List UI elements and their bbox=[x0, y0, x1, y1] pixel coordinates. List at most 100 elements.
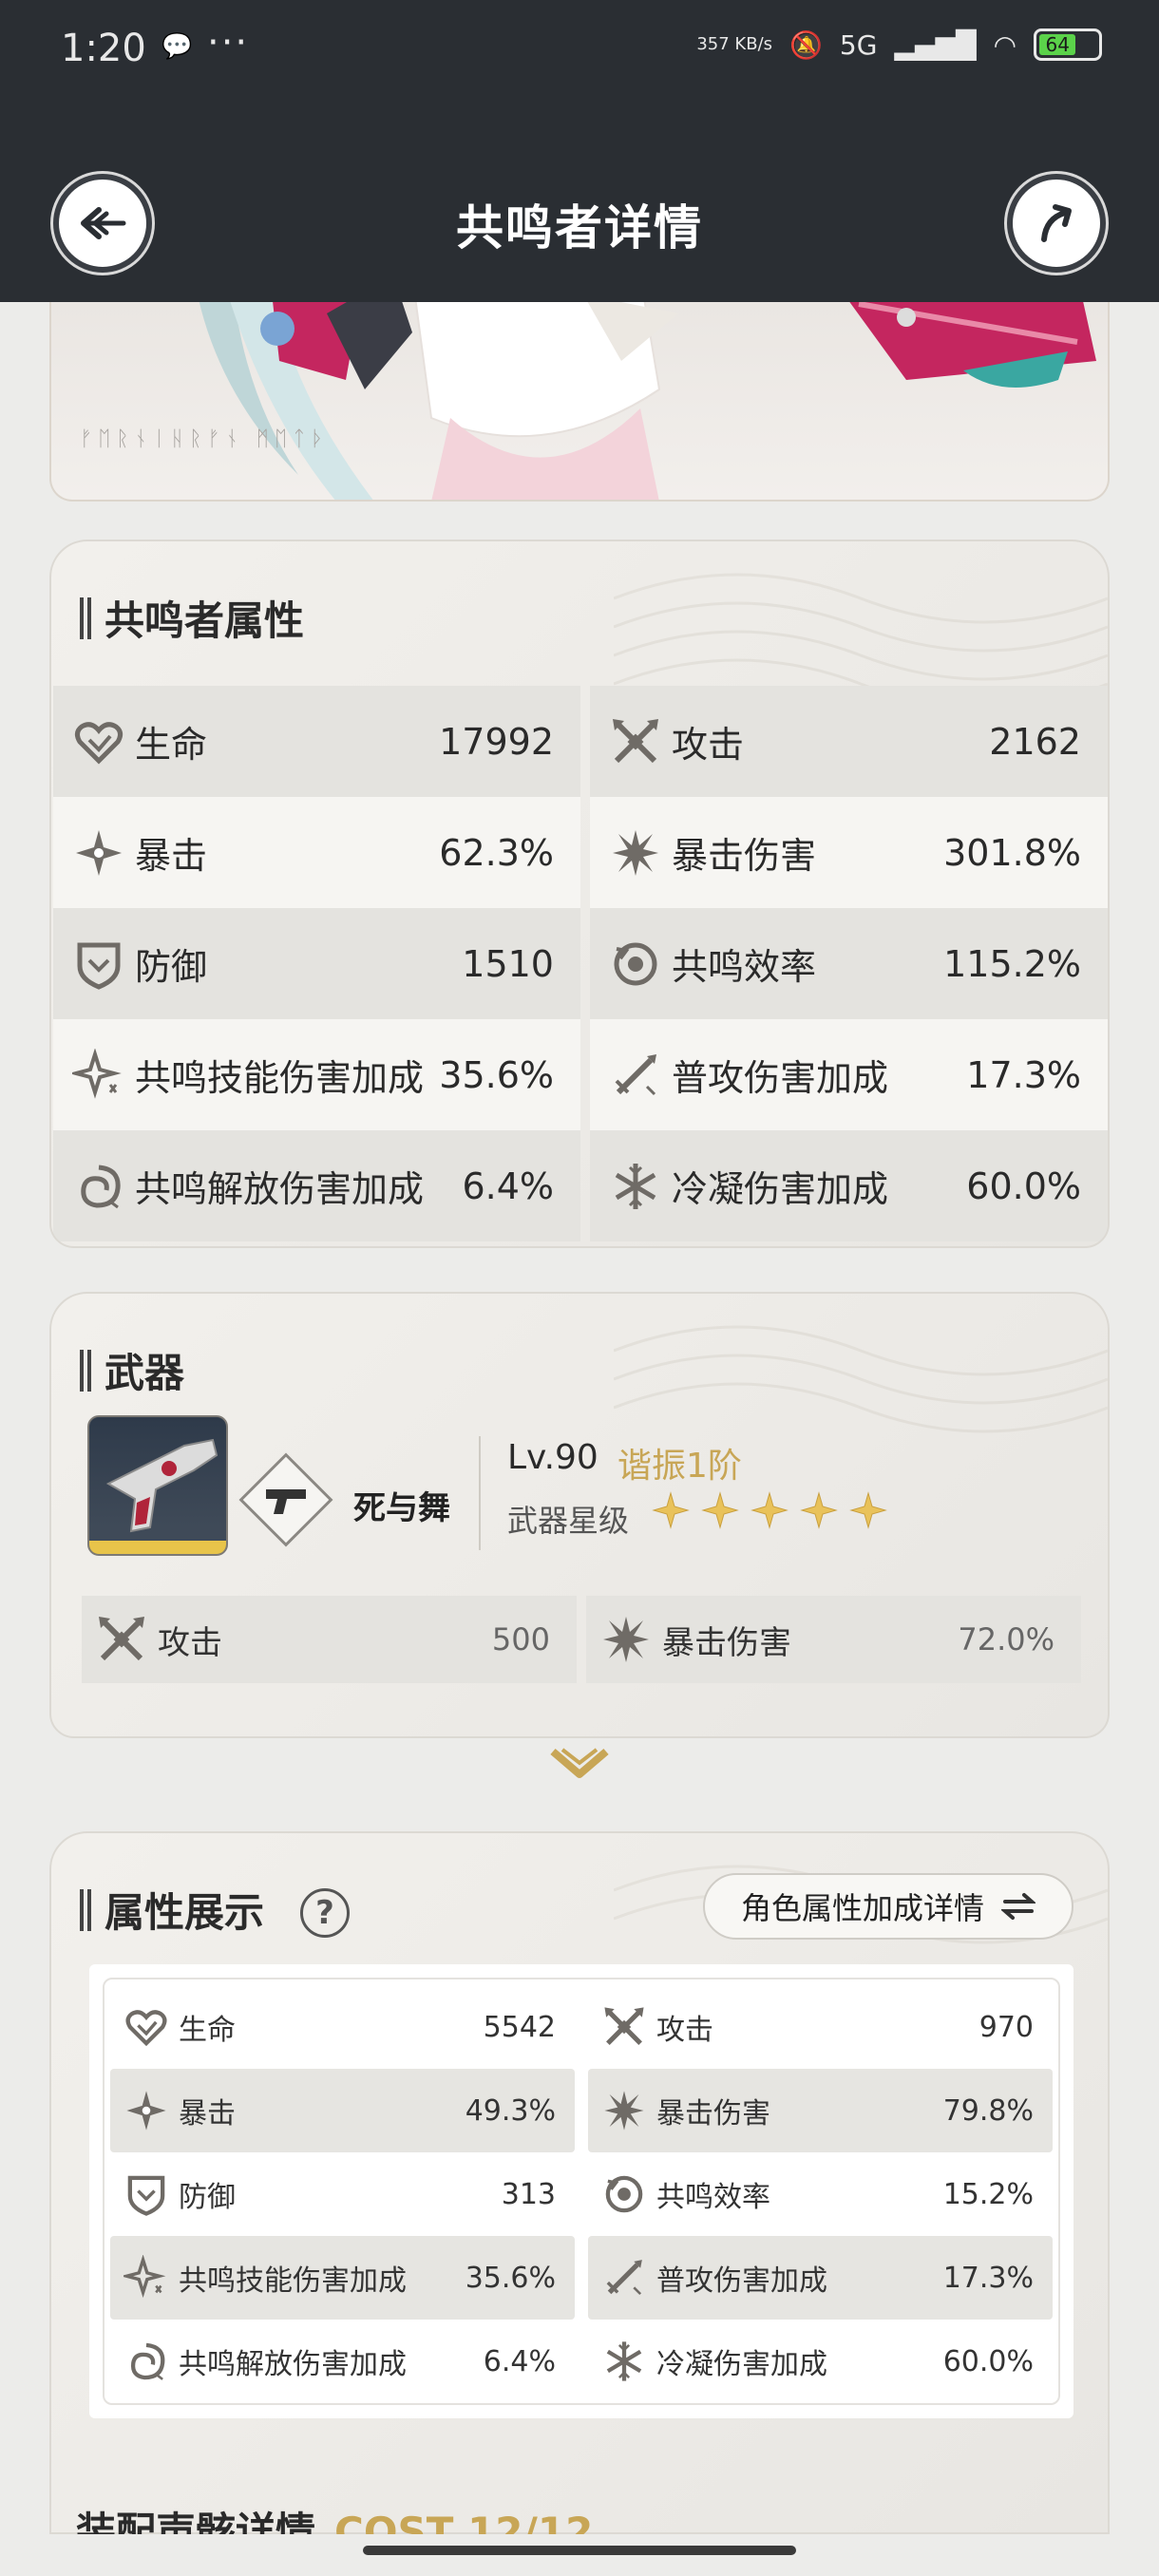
stat-label: 共鸣技能伤害加成 bbox=[135, 1057, 425, 1099]
stat-value: 115.2% bbox=[943, 942, 1081, 985]
stat-cell: 攻击 2162 bbox=[590, 686, 1108, 797]
stat-row: 暴击 62.3% 暴击伤害 301.8% bbox=[53, 797, 1108, 908]
section-title-echo-detail: 装配声骸详情 COST 12/12 bbox=[76, 2500, 593, 2534]
stat-value: 2162 bbox=[989, 720, 1081, 763]
stat-value: 60.0% bbox=[966, 1165, 1081, 1207]
crossed-swords-icon bbox=[99, 1617, 144, 1661]
attr-row: 暴击 49.3% 暴击伤害 79.8% bbox=[110, 2069, 1053, 2152]
stat-cell: 共鸣技能伤害加成 35.6% bbox=[53, 1019, 580, 1130]
skill-sparkle-icon bbox=[72, 1048, 122, 1099]
more-notifications-icon: ··· bbox=[207, 21, 250, 65]
stat-label: 共鸣效率 bbox=[656, 2181, 770, 2214]
glacio-snowflake-icon bbox=[615, 1163, 656, 1209]
crossed-swords-icon bbox=[613, 718, 658, 763]
help-icon[interactable]: ? bbox=[300, 1888, 350, 1938]
stat-value: 17992 bbox=[439, 720, 554, 763]
stat-row: 共鸣技能伤害加成 35.6% 普攻伤害加成 17.3% bbox=[53, 1019, 1108, 1130]
stat-label: 共鸣解放伤害加成 bbox=[179, 2348, 407, 2381]
attr-bonus-detail-button[interactable]: 角色属性加成详情 bbox=[702, 1873, 1074, 1940]
decorative-script-text: ᚠᛖᚱᚾᛁᚺᚱᚠᚾ ᛗᛖᛏᚦ bbox=[80, 427, 330, 451]
stat-cell: 共鸣解放伤害加成 6.4% bbox=[53, 1130, 580, 1241]
section-title-weapon: 武器 bbox=[78, 1341, 184, 1399]
stat-value: 500 bbox=[491, 1621, 550, 1657]
stat-label: 攻击 bbox=[656, 2014, 713, 2047]
attr-row: 共鸣解放伤害加成 6.4% 冷凝伤害加成 60.0% bbox=[110, 2320, 1053, 2403]
skill-sparkle-icon bbox=[124, 2255, 166, 2299]
stat-label: 生命 bbox=[179, 2014, 236, 2047]
stat-label: 防御 bbox=[179, 2181, 236, 2214]
weapon-card: 武器 死与舞 Lv.90 谐振1阶 武器星级 攻击 500 暴击伤害 72.0% bbox=[49, 1292, 1110, 1738]
attr-row: 防御 313 共鸣效率 15.2% bbox=[110, 2152, 1053, 2236]
status-icons: 357 KB/s 🔕 5G ▂▄▆█ ◠ 64 bbox=[696, 28, 1102, 61]
stat-cell: 冷凝伤害加成 60.0% bbox=[590, 1130, 1108, 1241]
energy-regen-icon bbox=[605, 2175, 643, 2213]
shield-icon bbox=[127, 2175, 165, 2216]
stat-value: 1510 bbox=[462, 942, 554, 985]
stat-cell: 暴击 49.3% bbox=[110, 2069, 575, 2152]
stat-label: 攻击 bbox=[158, 1623, 222, 1662]
share-button[interactable] bbox=[1007, 174, 1106, 273]
stat-label: 生命 bbox=[135, 724, 208, 766]
weapon-star-label: 武器星级 bbox=[507, 1503, 630, 1539]
stat-cell: 普攻伤害加成 17.3% bbox=[588, 2236, 1053, 2320]
crit-damage-icon bbox=[604, 2091, 644, 2131]
stat-value: 60.0% bbox=[942, 2344, 1034, 2378]
section-title-attr-display: 属性展示 bbox=[78, 1881, 264, 1939]
heart-icon bbox=[74, 721, 124, 765]
battery-level: 64 bbox=[1039, 34, 1076, 55]
stat-value: 6.4% bbox=[462, 1165, 554, 1207]
character-art bbox=[194, 275, 1096, 500]
title-bars-icon bbox=[78, 1888, 95, 1931]
attr-grid: 生命 5542 攻击 970 暴击 49.3% 暴击伤害 79.8% 防御 31… bbox=[103, 1978, 1060, 2405]
weapon-divider bbox=[479, 1436, 481, 1550]
section-title-text: 武器 bbox=[104, 1350, 185, 1396]
attr-display-card: 属性展示 ? 角色属性加成详情 生命 5542 攻击 970 暴击 49.3% … bbox=[49, 1831, 1110, 2534]
stat-cell: 暴击伤害 301.8% bbox=[590, 797, 1108, 908]
stat-cell: 生命 17992 bbox=[53, 686, 580, 797]
crit-star-icon bbox=[126, 2091, 166, 2131]
weapon-rank: 谐振1阶 bbox=[618, 1447, 742, 1486]
section-title-text: 属性展示 bbox=[104, 1889, 265, 1936]
title-bars-icon bbox=[78, 597, 95, 639]
stat-cell: 冷凝伤害加成 60.0% bbox=[588, 2320, 1053, 2403]
stat-value: 62.3% bbox=[439, 831, 554, 874]
stat-value: 301.8% bbox=[943, 831, 1081, 874]
share-arrow-icon bbox=[1041, 204, 1072, 242]
stat-label: 普攻伤害加成 bbox=[656, 2264, 827, 2298]
section-title-resonator-stats: 共鸣者属性 bbox=[78, 589, 304, 647]
stat-label: 防御 bbox=[135, 946, 208, 988]
signal-icon: ▂▄▆█ bbox=[894, 28, 977, 61]
liberation-swirl-icon bbox=[130, 2342, 165, 2380]
stat-label: 共鸣技能伤害加成 bbox=[179, 2264, 407, 2298]
weapon-image[interactable] bbox=[87, 1415, 228, 1556]
home-indicator[interactable] bbox=[363, 2546, 796, 2555]
crit-star-icon bbox=[76, 829, 122, 876]
mute-bell-icon: 🔕 bbox=[789, 28, 823, 61]
stat-label: 普攻伤害加成 bbox=[672, 1057, 889, 1099]
expand-chevron-icon[interactable] bbox=[549, 1746, 610, 1784]
weapon-stars bbox=[652, 1491, 887, 1529]
section-title-text: 共鸣者属性 bbox=[104, 597, 305, 644]
stat-cell: 普攻伤害加成 17.3% bbox=[590, 1019, 1108, 1130]
star-icon bbox=[652, 1491, 690, 1529]
echo-cost: COST 12/12 bbox=[334, 2509, 594, 2534]
heart-icon bbox=[125, 2010, 167, 2047]
crit-damage-icon bbox=[603, 1617, 649, 1662]
stat-cell: 暴击 62.3% bbox=[53, 797, 580, 908]
stat-cell: 攻击 970 bbox=[588, 1985, 1053, 2069]
page-title: 共鸣者详情 bbox=[456, 200, 703, 256]
stat-label: 共鸣解放伤害加成 bbox=[135, 1168, 425, 1210]
stat-label: 共鸣效率 bbox=[672, 946, 817, 988]
swap-arrows-icon bbox=[1001, 1893, 1036, 1920]
wifi-icon: ◠ bbox=[993, 28, 1016, 61]
stat-value: 72.0% bbox=[958, 1621, 1054, 1657]
stat-label: 暴击伤害 bbox=[662, 1623, 791, 1662]
stat-cell: 暴击伤害 79.8% bbox=[588, 2069, 1053, 2152]
message-notification-icon: 💬 bbox=[162, 32, 193, 61]
glacio-snowflake-icon bbox=[606, 2341, 642, 2381]
network-speed: 357 KB/s bbox=[696, 34, 773, 54]
attr-row: 生命 5542 攻击 970 bbox=[110, 1985, 1053, 2069]
attr-panel: 生命 5542 攻击 970 暴击 49.3% 暴击伤害 79.8% 防御 31… bbox=[89, 1964, 1074, 2418]
basic-attack-icon bbox=[606, 2260, 642, 2296]
status-time: 1:20 bbox=[61, 27, 146, 70]
